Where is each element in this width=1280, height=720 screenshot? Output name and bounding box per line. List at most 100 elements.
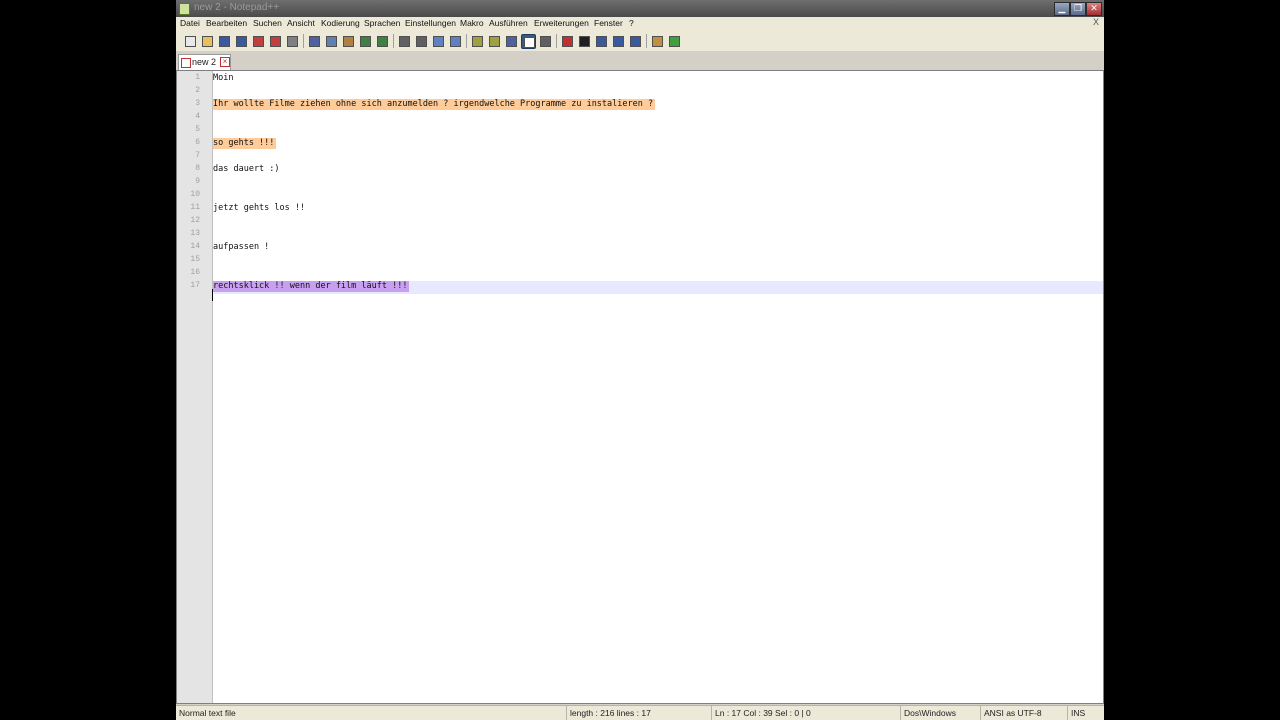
save-button[interactable] [217,34,230,47]
cut-button[interactable] [307,34,320,47]
close-button[interactable] [251,34,264,47]
cut-icon [309,36,320,47]
editor-line[interactable]: aufpassen ! [213,242,271,253]
close-all-button[interactable] [268,34,281,47]
line-number: 14 [190,242,200,251]
editor-line[interactable] [213,190,215,201]
play-macro-icon [596,36,607,47]
open-file-button[interactable] [200,34,213,47]
undo-icon [360,36,371,47]
copy-button[interactable] [324,34,337,47]
menu-item-makro[interactable]: Makro [460,18,484,28]
find-icon [399,36,410,47]
print-button[interactable] [285,34,298,47]
editor-line[interactable]: Ihr wollte Filme ziehen ohne sich anzume… [213,99,656,110]
menu-item-ansicht[interactable]: Ansicht [287,18,315,28]
stop-record-icon [579,36,590,47]
editor-line[interactable] [213,229,215,240]
redo-button[interactable] [375,34,388,47]
minimize-icon: ▁ [1058,3,1066,13]
spell-check-button[interactable] [667,34,680,47]
line-number: 3 [195,99,200,108]
tab-close-icon[interactable]: × [220,57,230,67]
line-number: 9 [195,177,200,186]
undo-button[interactable] [358,34,371,47]
toolbar-separator [646,34,647,48]
editor-line[interactable] [213,177,215,188]
menu-item-datei[interactable]: Datei [180,18,200,28]
save-macro-button[interactable] [628,34,641,47]
editor-line[interactable] [213,255,215,266]
open-folder-button[interactable] [650,34,663,47]
window-title: new 2 - Notepad++ [194,2,280,13]
editor-line[interactable]: rechtsklick !! wenn der film läuft !!! [213,281,410,292]
close-window-button[interactable]: ✕ [1086,2,1102,16]
tab-label: new 2 [192,57,217,67]
sync-horizontal-button[interactable] [487,34,500,47]
title-bar[interactable]: new 2 - Notepad++ ▁ ❐ ✕ [176,0,1104,17]
menu-item-erweiterungen[interactable]: Erweiterungen [534,18,589,28]
editor-line[interactable] [213,86,215,97]
sync-vertical-button[interactable] [470,34,483,47]
run-macro-multiple-icon [613,36,624,47]
editor-line[interactable] [213,151,215,162]
tab-new-2[interactable]: new 2 × [178,54,231,71]
run-macro-multiple-button[interactable] [611,34,624,47]
menu-item-einstellungen[interactable]: Einstellungen [405,18,456,28]
line-number: 15 [190,255,200,264]
menu-bar: Datei Bearbeiten Suchen Ansicht Kodierung Spr… [176,17,1104,31]
paste-button[interactable] [341,34,354,47]
menu-item-ausführen[interactable]: Ausführen [489,18,528,28]
zoom-out-icon [450,36,461,47]
indent-guide-button[interactable] [538,34,551,47]
menu-item-fenster[interactable]: Fenster [594,18,623,28]
indent-guide-icon [540,36,551,47]
word-wrap-button[interactable] [504,34,517,47]
find-button[interactable] [397,34,410,47]
menu-item--[interactable]: ? [629,18,634,28]
save-macro-icon [630,36,641,47]
close-icon [253,36,264,47]
menu-item-sprachen[interactable]: Sprachen [364,18,400,28]
sync-horizontal-icon [489,36,500,47]
line-number: 5 [195,125,200,134]
play-macro-button[interactable] [594,34,607,47]
paste-icon [343,36,354,47]
text-editor[interactable]: 1 2 3 4 5 6 7 8 9 10 11 12 13 14 15 16 17 Moin Ihr wollte… [176,70,1104,704]
zoom-out-button[interactable] [448,34,461,47]
notepad-window: new 2 - Notepad++ ▁ ❐ ✕ Datei Bearbeiten S… [176,0,1104,720]
line-number: 13 [190,229,200,238]
notepad-app-icon[interactable] [179,3,190,15]
menu-item-bearbeiten[interactable]: Bearbeiten [206,18,247,28]
editor-line[interactable]: jetzt gehts los !! [213,203,307,214]
restore-button[interactable]: ❐ [1070,2,1086,16]
editor-line[interactable]: Moin [213,73,235,84]
status-length: length : 216 lines : 17 [566,706,710,720]
restore-icon: ❐ [1073,3,1083,13]
replace-button[interactable] [414,34,427,47]
new-file-button[interactable] [183,34,196,47]
editor-line[interactable] [213,216,215,227]
editor-line[interactable]: das dauert :) [213,164,282,175]
menu-item-suchen[interactable]: Suchen [253,18,282,28]
editor-line[interactable]: so gehts !!! [213,138,277,149]
toolbar [176,31,1104,52]
close-all-icon [270,36,281,47]
record-macro-button[interactable] [560,34,573,47]
toolbar-separator [393,34,394,48]
close-document-icon[interactable]: X [1093,17,1099,27]
save-all-icon [236,36,247,47]
close-icon: ✕ [1090,3,1098,13]
menu-item-kodierung[interactable]: Kodierung [321,18,360,28]
editor-line[interactable] [213,125,215,136]
show-all-chars-button[interactable] [521,34,536,49]
editor-line[interactable] [213,112,215,123]
status-encoding: ANSI as UTF-8 [980,706,1068,720]
zoom-in-button[interactable] [431,34,444,47]
sync-vertical-icon [472,36,483,47]
print-icon [287,36,298,47]
editor-line[interactable] [213,268,215,279]
minimize-button[interactable]: ▁ [1054,2,1070,16]
stop-record-button[interactable] [577,34,590,47]
save-all-button[interactable] [234,34,247,47]
